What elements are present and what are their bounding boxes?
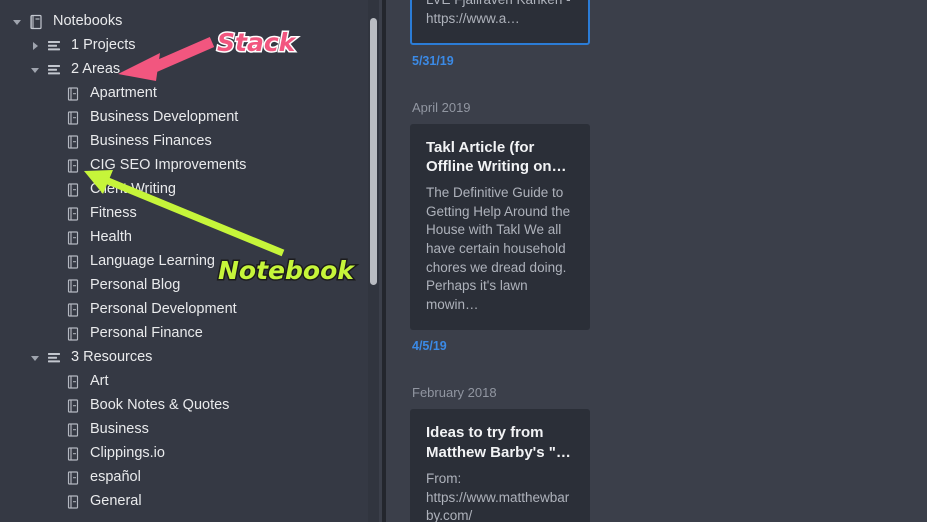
notebook-icon <box>65 206 90 222</box>
notebook-icon <box>65 110 90 126</box>
tree-root-notebooks[interactable]: Notebooks <box>0 10 386 34</box>
stack-label: 2 Areas <box>71 61 121 78</box>
notebook-label: Client Writing <box>90 181 176 198</box>
stack-label: 3 Resources <box>71 349 153 366</box>
notebook-icon <box>65 230 90 246</box>
notebook-item[interactable]: Business Development <box>0 106 386 130</box>
note-card[interactable]: Ideas to try from Matthew Barby's "… From… <box>410 409 590 522</box>
notebook-icon <box>65 134 90 150</box>
notebook-icon <box>65 494 90 510</box>
notebook-item[interactable]: Apartment <box>0 82 386 106</box>
note-list-panel: Face-Unisex-Vault-Backpack/dp/B00OSE8LVE… <box>386 0 927 522</box>
notebook-label: Personal Finance <box>90 325 203 342</box>
notebook-label: Book Notes & Quotes <box>90 397 230 414</box>
notebook-item[interactable]: Personal Development <box>0 298 386 322</box>
notebook-icon <box>65 326 90 342</box>
notebook-icon <box>65 158 90 174</box>
note-card-snippet: Face-Unisex-Vault-Backpack/dp/B00OSE8LVE… <box>426 0 571 26</box>
disclosure-triangle-icon[interactable] <box>12 16 24 28</box>
note-card-date: 5/31/19 <box>412 53 454 68</box>
tree-root-label: Notebooks <box>53 13 123 30</box>
note-card[interactable]: Face-Unisex-Vault-Backpack/dp/B00OSE8LVE… <box>410 0 590 45</box>
notebook-tree: Notebooks 1 Projects 2 Areas Apartment Busin… <box>0 0 386 514</box>
notebook-label: Apartment <box>90 85 157 102</box>
stack-item[interactable]: 3 Resources <box>0 346 386 370</box>
notebook-item[interactable]: Business <box>0 418 386 442</box>
notebook-item[interactable]: Client Writing <box>0 178 386 202</box>
notebook-label: Business Development <box>90 109 239 126</box>
notebook-label: Art <box>90 373 109 390</box>
month-header: April 2019 <box>412 99 471 115</box>
notebook-root-icon <box>28 14 53 30</box>
notebook-icon <box>65 278 90 294</box>
notebook-label: español <box>90 469 141 486</box>
disclosure-triangle-icon[interactable] <box>30 352 42 364</box>
notebook-label: CIG SEO Improvements <box>90 157 247 174</box>
evernote-window: Notebooks 1 Projects 2 Areas Apartment Busin… <box>0 0 927 522</box>
stack-icon <box>46 62 71 78</box>
notebook-item[interactable]: Business Finances <box>0 130 386 154</box>
notebook-item[interactable]: Fitness <box>0 202 386 226</box>
note-card-date: 4/5/19 <box>412 339 447 354</box>
notebook-item[interactable]: Personal Blog <box>0 274 386 298</box>
stack-icon <box>46 38 71 54</box>
notebook-icon <box>65 182 90 198</box>
notebook-item[interactable]: Personal Finance <box>0 322 386 346</box>
notebook-label: Language Learning <box>90 253 215 270</box>
notebook-item[interactable]: General <box>0 490 386 514</box>
notebooks-sidebar: Notebooks 1 Projects 2 Areas Apartment Busin… <box>0 0 386 522</box>
stack-item[interactable]: 2 Areas <box>0 58 386 82</box>
note-card-title: Ideas to try from Matthew Barby's "… <box>426 424 571 462</box>
notebook-item[interactable]: CIG SEO Improvements <box>0 154 386 178</box>
notebook-icon <box>65 302 90 318</box>
month-header: February 2018 <box>412 385 497 401</box>
notebook-icon <box>65 398 90 414</box>
notebook-item[interactable]: Book Notes & Quotes <box>0 394 386 418</box>
notebook-item[interactable]: Art <box>0 370 386 394</box>
note-card-snippet: The Definitive Guide to Getting Help Aro… <box>426 185 571 312</box>
notebook-icon <box>65 422 90 438</box>
notebook-icon <box>65 86 90 102</box>
notebook-icon <box>65 446 90 462</box>
note-card[interactable]: Takl Article (for Offline Writing on… The… <box>410 123 590 331</box>
notebook-item[interactable]: Language Learning <box>0 250 386 274</box>
notebook-icon <box>65 470 90 486</box>
notebook-item[interactable]: Clippings.io <box>0 442 386 466</box>
sidebar-scrollbar-track[interactable] <box>368 0 379 522</box>
disclosure-triangle-icon[interactable] <box>30 40 42 52</box>
disclosure-triangle-icon[interactable] <box>30 64 42 76</box>
notebook-label: Personal Blog <box>90 277 181 294</box>
stack-label: 1 Projects <box>71 37 136 54</box>
note-card-title: Takl Article (for Offline Writing on… <box>426 138 567 176</box>
notebook-label: General <box>90 493 142 510</box>
notebook-label: Personal Development <box>90 301 237 318</box>
stack-icon <box>46 350 71 366</box>
notebook-icon <box>65 254 90 270</box>
notebook-item[interactable]: español <box>0 466 386 490</box>
notebook-icon <box>65 374 90 390</box>
notebook-label: Health <box>90 229 132 246</box>
stack-item[interactable]: 1 Projects <box>0 34 386 58</box>
sidebar-scrollbar-thumb[interactable] <box>370 18 377 285</box>
notebook-label: Clippings.io <box>90 445 165 462</box>
notebook-label: Business Finances <box>90 133 212 150</box>
notebook-label: Fitness <box>90 205 137 222</box>
note-card-snippet: From: https://www.matthewbarby.com/ <box>426 471 570 522</box>
notebook-label: Business <box>90 421 149 438</box>
notebook-item[interactable]: Health <box>0 226 386 250</box>
